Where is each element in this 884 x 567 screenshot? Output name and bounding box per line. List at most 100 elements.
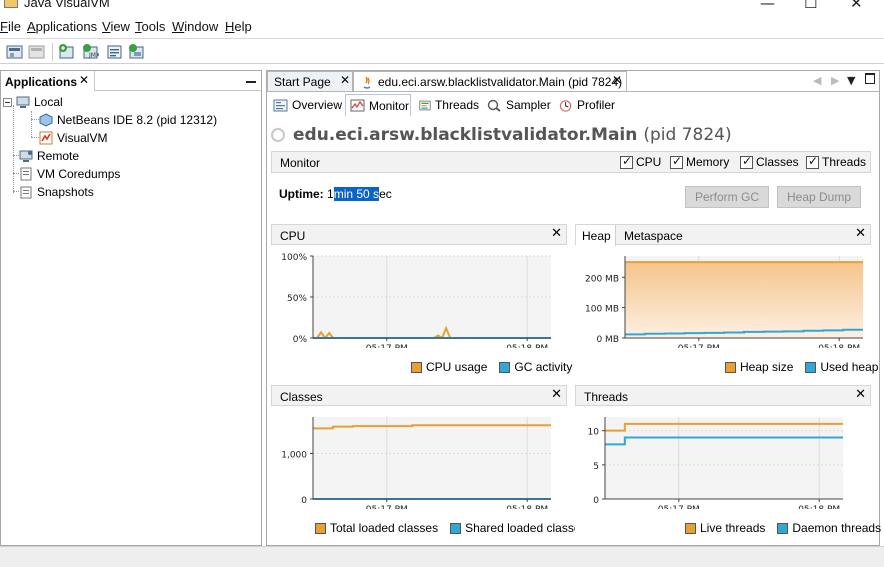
threads-checkbox[interactable]: Threads [806, 154, 866, 169]
legend-item: Live threads [685, 521, 765, 535]
tree-item-remote[interactable]: Remote [19, 147, 79, 165]
uptime-value-selected[interactable]: min 50 s [333, 187, 380, 201]
tab-metaspace[interactable]: Metaspace [616, 225, 696, 246]
tree-line [31, 119, 39, 120]
memory-checkbox[interactable]: Memory [670, 154, 729, 169]
add-jmx-connection-icon[interactable] [58, 43, 75, 60]
tree-line [31, 111, 32, 137]
main-content-panel: Start Page ✕ edu.eci.arsw.blacklistvalid… [266, 70, 882, 546]
cpu-chart-header: CPU ✕ [271, 224, 567, 245]
save-icon[interactable] [28, 43, 45, 60]
legend-item: GC activity [499, 360, 572, 374]
applications-tab-label: Applications [5, 75, 78, 89]
plot-area [313, 417, 551, 499]
tab-threads[interactable]: Threads [415, 94, 479, 116]
tab-sampler[interactable]: Sampler [483, 94, 551, 116]
minimize-panel-icon[interactable] [246, 81, 256, 83]
close-chart-icon[interactable]: ✕ [855, 387, 866, 402]
menu-mnemonic: H [225, 19, 235, 34]
tab-monitor[interactable]: Monitor [345, 94, 411, 116]
menu-file[interactable]: File [0, 19, 21, 34]
close-chart-icon[interactable]: ✕ [855, 226, 866, 241]
menu-bar: File Applications View Tools Window Help [0, 14, 884, 38]
tab-label: Profiler [576, 98, 615, 112]
thread-dump-icon[interactable] [106, 43, 123, 60]
applications-tab[interactable]: Applications ✕ [1, 71, 95, 91]
legend-item: Shared loaded classes [450, 521, 587, 535]
cpu-checkbox[interactable]: CPU [620, 154, 661, 169]
tab-label: Metaspace [624, 229, 683, 243]
close-chart-icon[interactable]: ✕ [551, 387, 562, 402]
classes-chart-panel: Classes ✕ 1,000 0 05:17 PM 05:18 PM Total l… [271, 385, 587, 537]
minimize-button[interactable]: — [760, 0, 775, 12]
maximize-button[interactable]: ☐ [804, 0, 817, 12]
tree-item-vm-coredumps[interactable]: VM Coredumps [19, 165, 120, 183]
scroll-right-icon[interactable]: ▶ [831, 74, 839, 87]
tree-item-local[interactable]: Local [3, 93, 63, 111]
x-tick-label: 05:18 PM [818, 344, 860, 348]
tab-list-dropdown-icon[interactable]: ▼ [847, 74, 855, 87]
cpu-chart: 100% 50% 0% 05:17 PM 05:18 PM [281, 253, 551, 348]
menu-view[interactable]: View [102, 19, 130, 34]
close-chart-icon[interactable]: ✕ [551, 226, 562, 241]
view-tabs: Overview Monitor Threads Sampler Profile… [269, 93, 877, 117]
tab-overview[interactable]: Overview [269, 94, 343, 116]
legend-label: Shared loaded classes [465, 521, 587, 535]
menu-help[interactable]: Help [225, 19, 252, 34]
load-application-icon[interactable] [6, 43, 23, 60]
tab-close-icon[interactable]: ✕ [612, 73, 622, 87]
menu-tools[interactable]: Tools [135, 19, 165, 34]
applications-panel: Applications ✕ Local NetBeans IDE 8.2 (p… [0, 70, 262, 546]
menu-window[interactable]: Window [172, 19, 218, 34]
tab-application[interactable]: edu.eci.arsw.blacklistvalidator.Main (pi… [353, 71, 627, 91]
tree-item-label: Remote [37, 149, 80, 163]
tab-close-icon[interactable]: ✕ [340, 73, 350, 87]
tab-start-page[interactable]: Start Page ✕ [267, 71, 353, 91]
heap-dump-button[interactable]: Heap Dump [777, 186, 861, 208]
page-title: edu.eci.arsw.blacklistvalidator.Main (pi… [271, 125, 732, 145]
perform-gc-button[interactable]: Perform GC [685, 186, 769, 208]
tab-heap[interactable]: Heap [576, 225, 616, 246]
legend-item: Total loaded classes [315, 521, 438, 535]
tree-item-label: NetBeans IDE 8.2 (pid 12312) [57, 113, 218, 127]
plot-area [605, 417, 843, 499]
tree-item-label: VisualVM [57, 131, 108, 145]
maximize-window-icon[interactable] [865, 73, 875, 84]
x-tick-label: 05:18 PM [506, 505, 548, 509]
document-tabs: Start Page ✕ edu.eci.arsw.blacklistvalid… [267, 71, 879, 91]
tree-line [13, 105, 14, 193]
tab-label: Heap [582, 229, 611, 243]
menu-mnemonic: T [135, 19, 142, 34]
legend-swatch [805, 361, 817, 373]
tree-item-visualvm[interactable]: VisualVM [39, 129, 107, 147]
close-button[interactable]: ✕ [850, 0, 863, 12]
legend-swatch [499, 361, 511, 373]
title-bar: Java VisualVM — ☐ ✕ [0, 0, 884, 14]
y-tick-label: 50% [287, 294, 307, 304]
scroll-left-icon[interactable]: ◀ [813, 74, 821, 87]
heap-dump-icon[interactable]: JMX [82, 43, 99, 60]
legend-label: Daemon threads [792, 521, 882, 535]
y-tick-label: 100% [281, 253, 307, 263]
collapse-icon[interactable] [3, 97, 12, 107]
application-name: edu.eci.arsw.blacklistvalidator.Main [293, 125, 638, 145]
heap-chart: 200 MB 100 MB 0 MB 05:17 PM 05:18 PM [585, 256, 863, 348]
monitor-header: Monitor CPU Memory Classes Threads [271, 151, 871, 173]
tab-label: Overview [292, 98, 343, 112]
x-tick-label: 05:18 PM [506, 344, 548, 348]
chart-title: Threads [584, 390, 629, 404]
threads-chart-header: Threads ✕ [575, 385, 871, 406]
tree-item-snapshots[interactable]: Snapshots [19, 183, 94, 201]
uptime-label: Uptime: [279, 187, 324, 201]
tree-item-netbeans[interactable]: NetBeans IDE 8.2 (pid 12312) [39, 111, 217, 129]
y-tick-label: 0 [593, 496, 599, 506]
menu-applications[interactable]: Applications [27, 19, 97, 34]
snapshot-icon[interactable] [128, 43, 145, 60]
applications-tab-close-icon[interactable]: ✕ [79, 73, 89, 87]
legend-item: CPU usage [411, 360, 487, 374]
coredump-icon [20, 167, 32, 181]
tab-profiler[interactable]: Profiler [555, 94, 615, 116]
x-tick-label: 05:18 PM [798, 505, 840, 509]
classes-checkbox[interactable]: Classes [740, 154, 799, 169]
toolbar-separator [52, 43, 53, 61]
